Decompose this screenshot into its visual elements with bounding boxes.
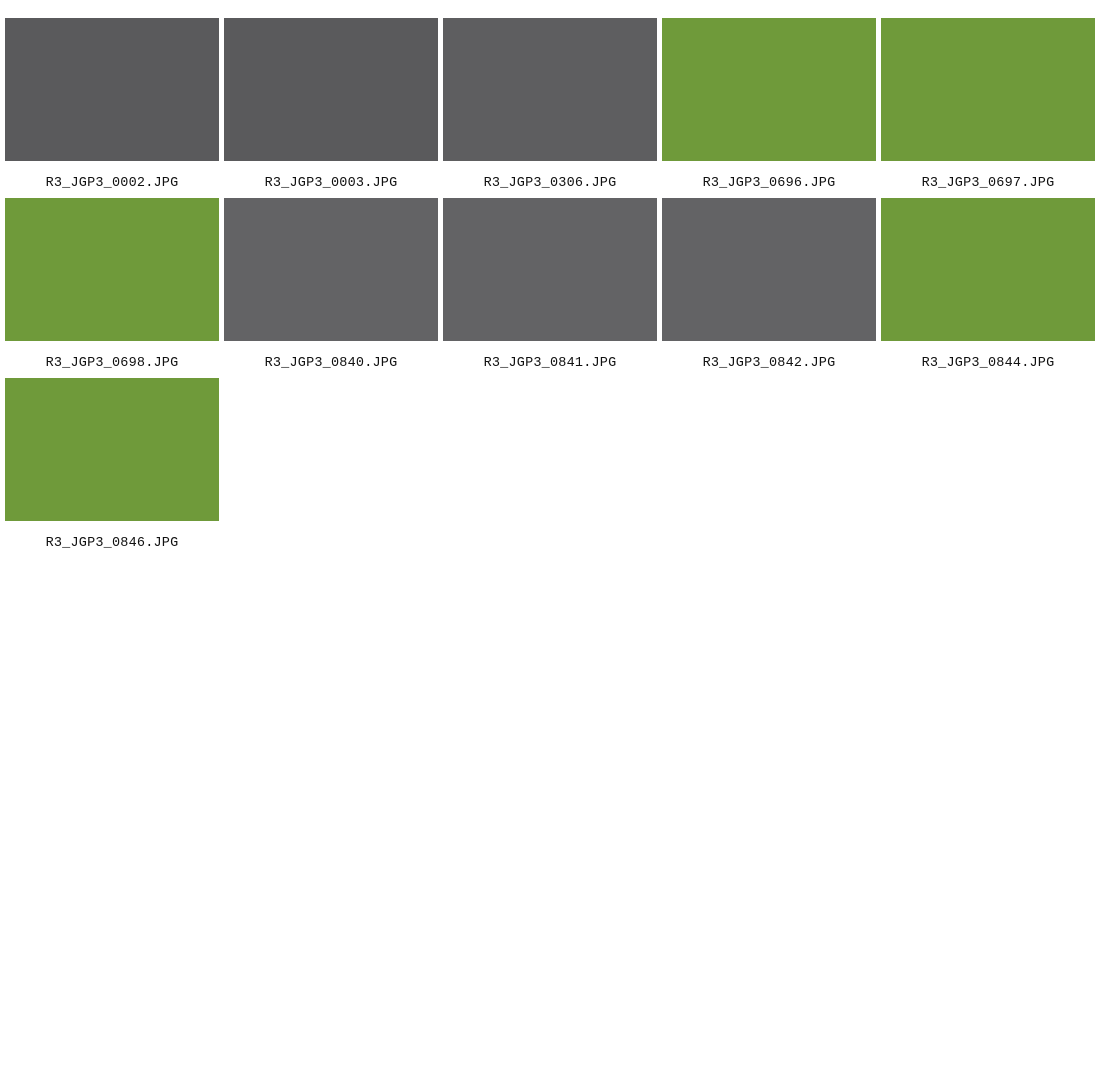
- motorcycle-photo: [662, 18, 876, 161]
- gallery-item[interactable]: 97 R3_JGP3_0002.JPG: [5, 18, 219, 198]
- gallery-item[interactable]: 97 R3_JGP3_0306.JPG: [443, 18, 657, 198]
- thumbnail-image[interactable]: 97: [5, 18, 219, 161]
- thumbnail-filename[interactable]: R3_JGP3_0698.JPG: [5, 356, 219, 371]
- thumbnail-image[interactable]: [881, 18, 1095, 161]
- thumbnail-image[interactable]: [224, 198, 438, 341]
- gallery-item[interactable]: R3_JGP3_0697.JPG: [881, 18, 1095, 198]
- gallery-item[interactable]: R3_JGP3_0841.JPG: [443, 198, 657, 378]
- gallery-item[interactable]: R3_JGP3_0846.JPG: [5, 378, 219, 558]
- thumbnail-image[interactable]: [881, 198, 1095, 341]
- motorcycle-photo: [443, 198, 657, 341]
- thumbnail-filename[interactable]: R3_JGP3_0002.JPG: [5, 176, 219, 191]
- gallery-item[interactable]: R3_JGP3_0844.JPG: [881, 198, 1095, 378]
- gallery-item[interactable]: R3_JGP3_0698.JPG: [5, 198, 219, 378]
- motorcycle-photo: 97: [224, 18, 438, 161]
- gallery-item[interactable]: R3_JGP3_0842.JPG: [662, 198, 876, 378]
- thumbnail-image[interactable]: [5, 198, 219, 341]
- thumbnail-filename[interactable]: R3_JGP3_0306.JPG: [443, 176, 657, 191]
- motorcycle-photo: [5, 378, 219, 521]
- thumbnail-filename[interactable]: R3_JGP3_0844.JPG: [881, 356, 1095, 371]
- thumbnail-filename[interactable]: R3_JGP3_0842.JPG: [662, 356, 876, 371]
- thumbnail-image[interactable]: [662, 18, 876, 161]
- motorcycle-photo: 97: [443, 18, 657, 161]
- motorcycle-photo: [662, 198, 876, 341]
- gallery-item[interactable]: 97 R3_JGP3_0003.JPG: [224, 18, 438, 198]
- thumbnail-filename[interactable]: R3_JGP3_0697.JPG: [881, 176, 1095, 191]
- gallery-item[interactable]: R3_JGP3_0840.JPG: [224, 198, 438, 378]
- thumbnail-filename[interactable]: R3_JGP3_0846.JPG: [5, 536, 219, 551]
- thumbnail-filename[interactable]: R3_JGP3_0003.JPG: [224, 176, 438, 191]
- motorcycle-photo: [881, 198, 1095, 341]
- motorcycle-photo: [5, 198, 219, 341]
- thumbnail-image[interactable]: [662, 198, 876, 341]
- thumbnail-image[interactable]: [5, 378, 219, 521]
- thumbnail-image[interactable]: [443, 198, 657, 341]
- motorcycle-photo: [224, 198, 438, 341]
- thumbnail-image[interactable]: 97: [224, 18, 438, 161]
- thumbnail-filename[interactable]: R3_JGP3_0840.JPG: [224, 356, 438, 371]
- thumbnail-filename[interactable]: R3_JGP3_0841.JPG: [443, 356, 657, 371]
- motorcycle-photo: [881, 18, 1095, 161]
- gallery-item[interactable]: R3_JGP3_0696.JPG: [662, 18, 876, 198]
- motorcycle-photo: 97: [5, 18, 219, 161]
- thumbnail-image[interactable]: 97: [443, 18, 657, 161]
- thumbnail-filename[interactable]: R3_JGP3_0696.JPG: [662, 176, 876, 191]
